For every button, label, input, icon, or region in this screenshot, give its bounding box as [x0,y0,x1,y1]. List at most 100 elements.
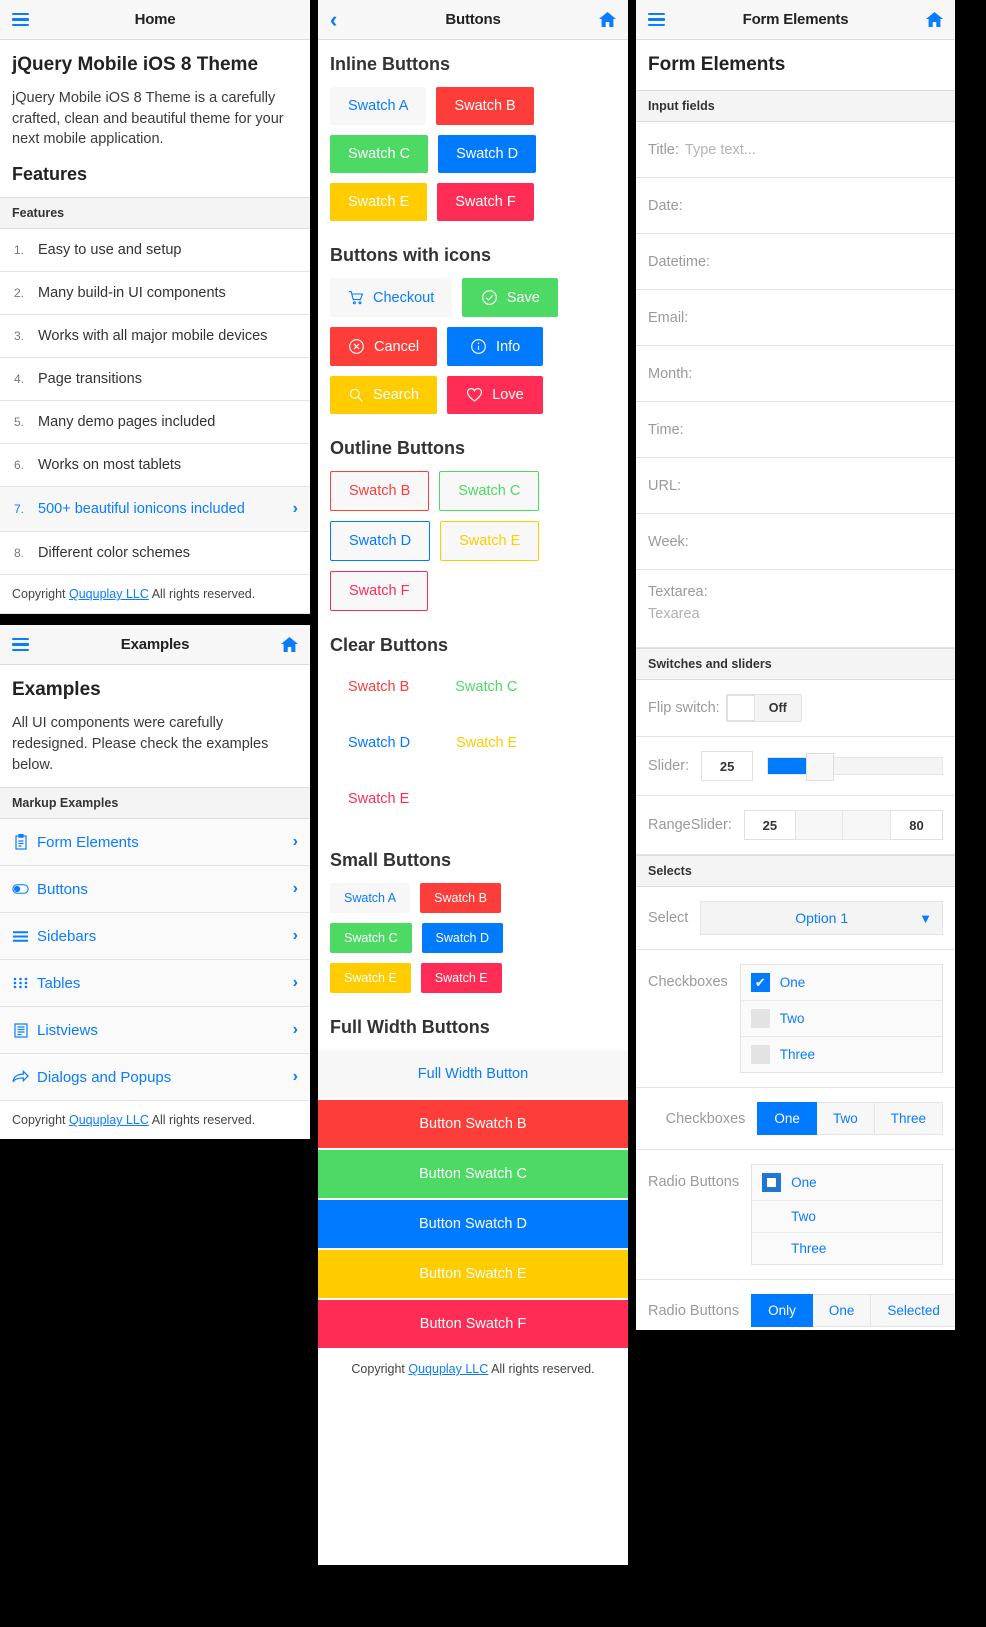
back-button[interactable]: ‹ [330,8,337,31]
small-button-swatch-e[interactable]: Swatch E [330,963,411,993]
radio-item[interactable]: Three [752,1233,942,1264]
checkbox-item[interactable]: One [740,965,942,1001]
input-field[interactable] [688,309,943,326]
list-item[interactable]: 1. Easy to use and setup [0,229,310,273]
checkbox-box[interactable] [750,1009,770,1028]
small-button-swatch-e[interactable]: Swatch E [420,963,502,993]
menu-button[interactable] [12,10,29,30]
checkbox-item[interactable]: Three [741,1037,942,1072]
home-button-form[interactable] [926,12,943,27]
range-slider-min-value[interactable]: 25 [743,810,796,840]
radio-item[interactable]: Two [752,1201,942,1233]
input-field[interactable] [681,477,943,494]
button-swatch-a[interactable]: Swatch A [330,87,427,125]
input-field[interactable] [692,365,943,382]
checkbox-item[interactable]: Two [740,1001,942,1037]
slider-handle[interactable] [805,753,834,781]
list-item[interactable]: 8. Different color schemes [0,532,310,576]
button-cancel[interactable]: Cancel [330,327,438,366]
features-heading: Features [12,164,88,185]
textarea-row[interactable]: Textarea: Texarea [636,570,955,648]
menu-button-form[interactable] [648,10,665,30]
button-swatch-b[interactable]: Swatch B [436,87,534,125]
segment-only[interactable]: Only [751,1294,813,1327]
list-item[interactable]: 4. Page transitions [0,358,310,402]
select-dropdown[interactable]: Option 1 ▼ [700,901,943,935]
button-info[interactable]: Info [447,327,544,366]
outline-button-swatch-f[interactable]: Swatch F [330,571,429,611]
fullwidth-button-button-swatch-b[interactable]: Button Swatch B [318,1100,628,1148]
input-field[interactable] [688,533,943,550]
clear-button-swatch-d[interactable]: Swatch D [330,724,428,762]
button-search[interactable]: Search [330,376,437,414]
input-field[interactable] [678,141,943,158]
button-checkout[interactable]: Checkout [330,278,453,317]
range-slider-max-value[interactable]: 80 [891,810,943,840]
small-button-swatch-c[interactable]: Swatch C [330,923,412,953]
textarea-value[interactable]: Texarea [648,606,700,622]
outline-button-swatch-e[interactable]: Swatch E [440,521,540,561]
nav-item-form-elements[interactable]: Form Elements › [0,819,310,867]
flip-switch[interactable]: Off [725,694,802,722]
segment-three[interactable]: Three [874,1102,943,1135]
input-field[interactable] [710,253,943,270]
input-field[interactable] [683,421,943,438]
list-item[interactable]: 5. Many demo pages included [0,401,310,445]
segment-two[interactable]: Two [816,1102,875,1135]
button-swatch-d[interactable]: Swatch D [438,135,537,173]
examples-intro-text: All UI components were carefully redesig… [12,715,269,773]
segment-selected[interactable]: Selected [871,1294,955,1327]
outline-button-swatch-c[interactable]: Swatch C [439,471,540,511]
copyright-link[interactable]: Ququplay LLC [69,1113,149,1127]
outline-button-swatch-b[interactable]: Swatch B [330,471,430,511]
button-save[interactable]: Save [462,278,559,317]
button-swatch-f[interactable]: Swatch F [437,183,534,221]
clear-button-swatch-b[interactable]: Swatch B [330,668,427,706]
clear-button-swatch-c[interactable]: Swatch C [437,668,535,706]
segment-one[interactable]: One [757,1102,817,1135]
fullwidth-button-button-swatch-e[interactable]: Button Swatch E [318,1250,628,1298]
list-item[interactable]: 3. Works with all major mobile devices [0,315,310,359]
segment-one[interactable]: One [812,1294,872,1327]
nav-item-tables[interactable]: Tables › [0,960,310,1008]
range-slider-track[interactable] [795,810,892,840]
copyright-link[interactable]: Ququplay LLC [69,587,149,601]
button-swatch-e[interactable]: Swatch E [330,183,428,221]
radio-item[interactable]: One [752,1165,942,1201]
list-item[interactable]: 7. 500+ beautiful ionicons included › [0,487,310,533]
menu-button-examples[interactable] [12,635,29,655]
list-item[interactable]: 2. Many build-in UI components [0,272,310,316]
checkbox-box[interactable] [750,973,770,992]
slider-control[interactable]: 25 [701,751,943,781]
nav-item-listviews[interactable]: Listviews › [0,1007,310,1055]
fullwidth-button-button-swatch-c[interactable]: Button Swatch C [318,1150,628,1198]
input-field[interactable] [682,197,943,214]
radio-button[interactable] [762,1173,782,1192]
clear-button-swatch-e[interactable]: Swatch E [330,780,427,818]
small-button-swatch-b[interactable]: Swatch B [420,883,501,913]
fullwidth-button-full-width-button[interactable]: Full Width Button [318,1050,628,1098]
button-love[interactable]: Love [446,376,543,414]
copyright-link[interactable]: Ququplay LLC [408,1362,488,1376]
home-button-buttons[interactable] [599,12,616,27]
slider-value[interactable]: 25 [701,751,754,781]
home-button-examples[interactable] [281,637,298,653]
slider-track[interactable] [767,753,943,781]
nav-item-buttons[interactable]: Buttons › [0,866,310,914]
small-button-swatch-a[interactable]: Swatch A [330,883,411,913]
fullwidth-button-button-swatch-d[interactable]: Button Swatch D [318,1200,628,1248]
radio-label: One [791,1175,817,1190]
button-swatch-c[interactable]: Swatch C [330,135,429,173]
range-slider-control[interactable]: 25 80 [743,810,943,840]
list-item[interactable]: 6. Works on most tablets [0,444,310,488]
small-button-swatch-d[interactable]: Swatch D [421,923,503,953]
fullwidth-button-button-swatch-f[interactable]: Button Swatch F [318,1300,628,1348]
range-slider-handle-right[interactable] [843,810,892,840]
outline-button-swatch-d[interactable]: Swatch D [330,521,431,561]
range-slider-handle-left[interactable] [795,810,844,840]
clear-button-swatch-e[interactable]: Swatch E [438,724,535,762]
nav-item-dialogs-and-popups[interactable]: Dialogs and Popups › [0,1054,310,1102]
section-outline-buttons: Outline Buttons [330,438,465,458]
checkbox-box[interactable] [750,1045,770,1064]
nav-item-sidebars[interactable]: Sidebars › [0,913,310,961]
